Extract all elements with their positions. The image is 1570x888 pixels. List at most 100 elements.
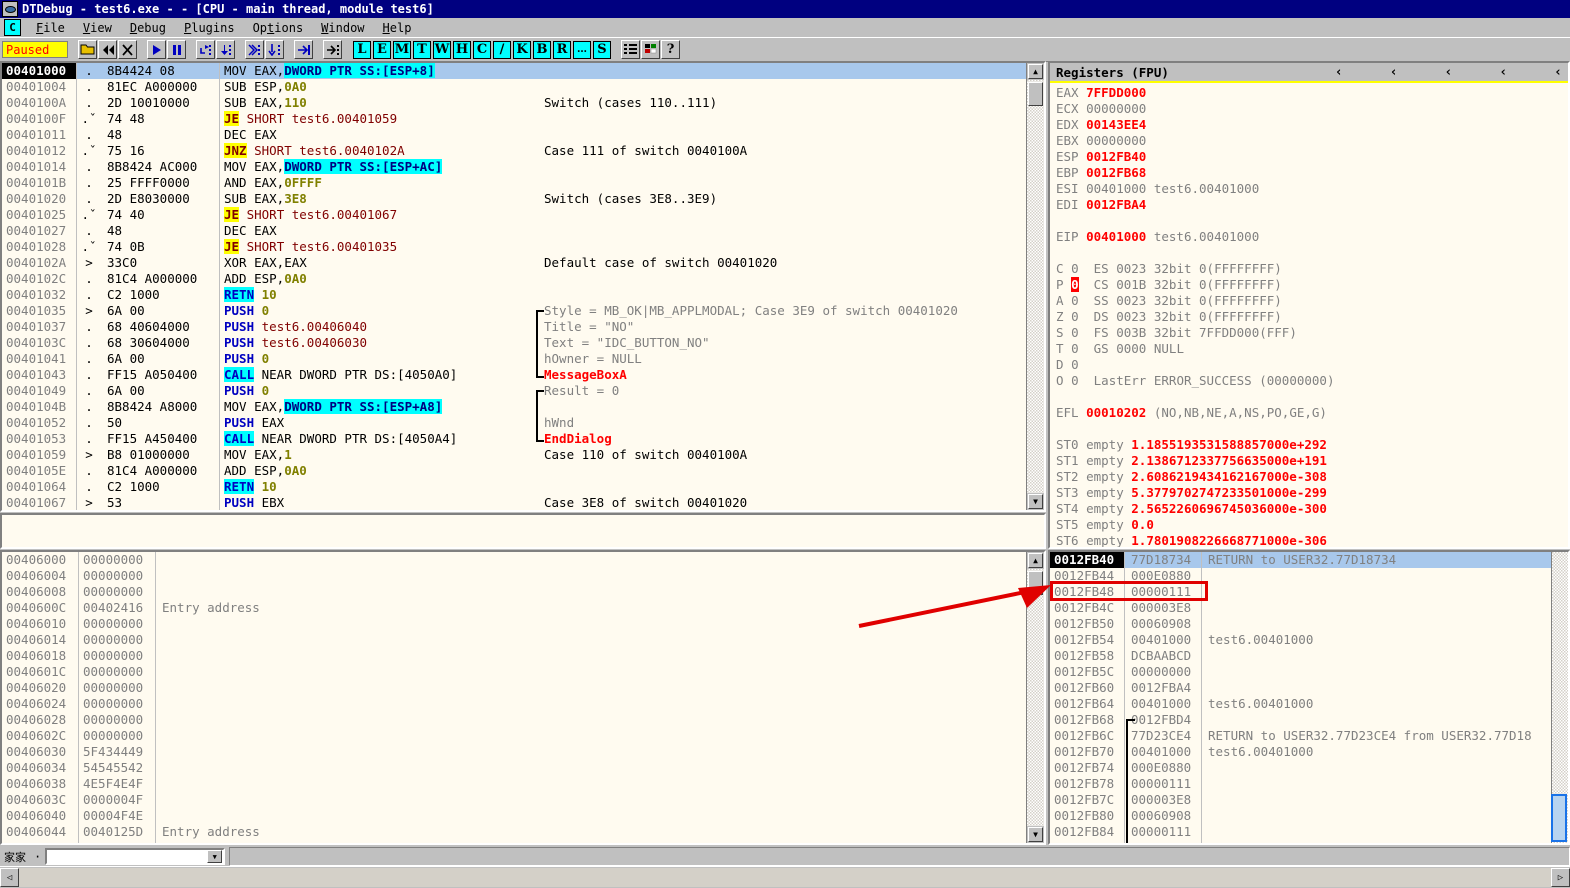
scroll-left-icon[interactable]: ◁ [0,868,19,887]
stack-row[interactable]: 0012FB68 0012FBD4 [1050,712,1555,730]
stack-row[interactable]: 0012FB84 00000111 [1050,824,1555,840]
scroll-track[interactable] [19,868,1551,887]
scroll-down-icon[interactable]: ▼ [1028,494,1043,509]
memory-map-button[interactable]: M [393,40,411,59]
system-menu-icon[interactable]: C [4,19,21,36]
run-icon[interactable] [147,40,166,59]
stack-row[interactable]: 0012FB60 0012FBA4 [1050,680,1555,696]
command-combo[interactable]: ▼ [45,848,226,865]
disassembly-pane[interactable]: 00401000. 8B4424 08 MOV EAX,DWORD PTR SS:[… [0,61,1046,512]
step-into-icon[interactable] [196,40,215,59]
dump-row[interactable]: 0040603C 0000004F [2,792,1027,808]
trace-into-icon[interactable] [245,40,264,59]
run-trace-button[interactable]: … [573,40,591,59]
patches-button[interactable]: / [493,40,511,59]
dump-row[interactable]: 00406010 00000000 [2,616,1027,632]
chevron-left-icon[interactable]: ‹ [1445,65,1453,80]
windows-button[interactable]: W [433,40,451,59]
source-button[interactable]: S [593,40,611,59]
stack-row[interactable]: 0012FB70 00401000 test6.00401000 [1050,744,1555,760]
stack-row[interactable]: 0012FB58 DCBAABCD [1050,648,1555,664]
horizontal-scrollbar[interactable]: ◁ ▷ [0,866,1570,888]
scroll-thumb[interactable] [1028,571,1043,595]
menu-item-options[interactable]: Options [244,20,313,36]
stack-scroll-thumb[interactable] [1551,794,1567,842]
dump-row[interactable]: 0040601C 00000000 [2,664,1027,680]
flag-o[interactable]: O 0 LastErr ERROR_SUCCESS (00000000) [1050,373,1568,389]
menu-item-view[interactable]: View [74,20,121,36]
register-spacer[interactable] [1050,213,1568,229]
dump-row[interactable]: 00406040 00004F4E [2,808,1027,824]
disassembly-vscrollbar[interactable]: ▲ ▼ [1026,63,1044,510]
register-ecx[interactable]: ECX 00000000 [1050,101,1568,117]
stack-row[interactable]: 0012FB40 77D18734 RETURN to USER32.77D1873… [1050,552,1555,568]
fpu-st2[interactable]: ST2 empty 2.6086219434162167000e-308 [1050,469,1568,485]
scroll-up-icon[interactable]: ▲ [1028,64,1043,79]
stack-row[interactable]: 0012FB50 00060908 [1050,616,1555,632]
register-ebp[interactable]: EBP 0012FB68 [1050,165,1568,181]
dump-row[interactable]: 0040600C 00402416 Entry address [2,600,1027,616]
fpu-st1[interactable]: ST1 empty 2.1386712337756635000e+191 [1050,453,1568,469]
stack-row[interactable]: 0012FB7C 000003E8 [1050,792,1555,808]
stack-row[interactable]: 0012FB54 00401000 test6.00401000 [1050,632,1555,648]
register-esp[interactable]: ESP 0012FB40 [1050,149,1568,165]
dump-row[interactable]: 00406030 5F434449 [2,744,1027,760]
fpu-st0[interactable]: ST0 empty 1.1855193531588857000e+292 [1050,437,1568,453]
stack-row[interactable]: 0012FB74 000E0880 [1050,760,1555,776]
register-edx[interactable]: EDX 00143EE4 [1050,117,1568,133]
fpu-st4[interactable]: ST4 empty 2.5652260696745036000e-300 [1050,501,1568,517]
register-spacer[interactable] [1050,421,1568,437]
chevron-left-icon[interactable]: ‹ [1499,65,1507,80]
dump-vscrollbar[interactable]: ▲ ▼ [1026,552,1044,843]
handles-button[interactable]: H [453,40,471,59]
dump-row[interactable]: 00406018 00000000 [2,648,1027,664]
register-edi[interactable]: EDI 0012FBA4 [1050,197,1568,213]
options-list-icon[interactable] [621,40,640,59]
scroll-right-icon[interactable]: ▷ [1551,868,1570,887]
stack-row[interactable]: 0012FB4C 000003E8 [1050,600,1555,616]
dump-row[interactable]: 0040604800000002 [2,840,1027,843]
fpu-st6[interactable]: ST6 empty 1.7801908226668771000e-306 [1050,533,1568,547]
stack-row[interactable]: 0012FB5C 00000000 [1050,664,1555,680]
call-stack-button[interactable]: K [513,40,531,59]
scroll-thumb[interactable] [1028,82,1043,106]
menu-item-window[interactable]: Window [312,20,373,36]
dump-row[interactable]: 00406008 00000000 [2,584,1027,600]
fpu-st3[interactable]: ST3 empty 5.3779702747233501000e-299 [1050,485,1568,501]
cpu-button[interactable]: C [473,40,491,59]
log-window-button[interactable]: L [353,40,371,59]
stack-row[interactable]: 0012FB6C 77D23CE4 RETURN to USER32.77D23CE… [1050,728,1555,744]
scroll-up-icon[interactable]: ▲ [1028,553,1043,568]
register-spacer[interactable] [1050,389,1568,405]
pause-icon[interactable] [167,40,186,59]
register-eax[interactable]: EAX 7FFDD000 [1050,85,1568,101]
dump-pane[interactable]: 00406000 00000000 00406004 00000000 00406008… [0,550,1046,845]
register-esi[interactable]: ESI 00401000 test6.00401000 [1050,181,1568,197]
dump-row[interactable]: 00406020 00000000 [2,680,1027,696]
chevron-down-icon[interactable]: ▼ [207,850,223,863]
dump-row[interactable]: 0040602C 00000000 [2,728,1027,744]
fpu-st5[interactable]: ST5 empty 0.0 [1050,517,1568,533]
open-folder-icon[interactable] [78,40,97,59]
flag-s[interactable]: S 0 FS 003B 32bit 7FFDD000(FFF) [1050,325,1568,341]
threads-button[interactable]: T [413,40,431,59]
breakpoints-button[interactable]: B [533,40,551,59]
register-eip[interactable]: EIP 00401000 test6.00401000 [1050,229,1568,245]
registers-pane[interactable]: Registers (FPU) ‹ ‹ ‹ ‹ ‹ EAX 7FFDD000 EC… [1048,61,1570,549]
dump-row[interactable]: 00406004 00000000 [2,568,1027,584]
menu-item-file[interactable]: FFileile [27,20,74,36]
scroll-down-icon[interactable]: ▼ [1028,827,1043,842]
dump-row[interactable]: 00406000 00000000 [2,552,1027,568]
dump-row[interactable]: 00406024 00000000 [2,696,1027,712]
flag-d[interactable]: D 0 [1050,357,1568,373]
chevron-left-icon[interactable]: ‹ [1554,65,1562,80]
close-program-icon[interactable] [118,40,137,59]
stack-row[interactable]: 0012FB80 00060908 [1050,808,1555,824]
execute-till-cursor-icon[interactable] [323,40,342,59]
dump-row[interactable]: 00406028 00000000 [2,712,1027,728]
flag-z[interactable]: Z 0 DS 0023 32bit 0(FFFFFFFF) [1050,309,1568,325]
stack-row[interactable]: 0012FB78 00000111 [1050,776,1555,792]
step-over-icon[interactable] [216,40,235,59]
flag-p[interactable]: P 0 CS 001B 32bit 0(FFFFFFFF) [1050,277,1568,293]
flag-t[interactable]: T 0 GS 0000 NULL [1050,341,1568,357]
